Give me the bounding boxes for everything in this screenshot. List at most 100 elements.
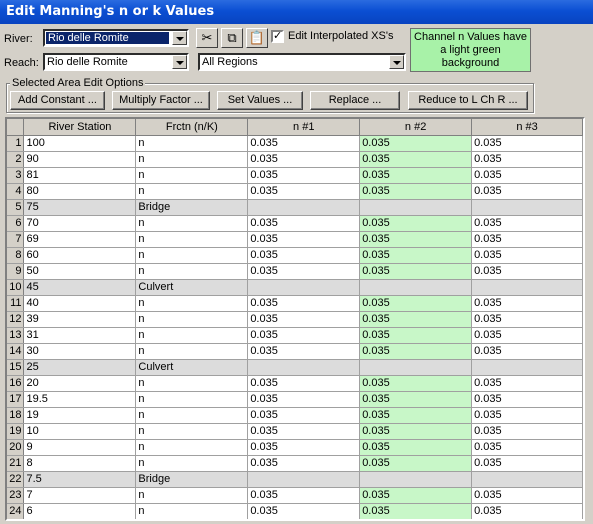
- n2-cell[interactable]: [359, 199, 473, 216]
- table-row[interactable]: 14 30 n 0.035 0.035 0.035: [7, 343, 583, 360]
- header-n2[interactable]: n #2: [359, 119, 473, 136]
- n2-cell[interactable]: 0.035: [359, 487, 473, 504]
- frctn-cell[interactable]: n: [135, 327, 249, 344]
- n3-cell[interactable]: [471, 199, 583, 216]
- frctn-cell[interactable]: n: [135, 247, 249, 264]
- n3-cell[interactable]: 0.035: [471, 375, 583, 392]
- n3-cell[interactable]: 0.035: [471, 215, 583, 232]
- table-row[interactable]: 8 60 n 0.035 0.035 0.035: [7, 247, 583, 264]
- n1-cell[interactable]: [247, 199, 361, 216]
- chevron-down-icon[interactable]: [389, 55, 404, 69]
- table-row[interactable]: 12 39 n 0.035 0.035 0.035: [7, 311, 583, 328]
- n2-cell[interactable]: 0.035: [359, 407, 473, 424]
- chevron-down-icon[interactable]: [172, 55, 187, 69]
- n1-cell[interactable]: 0.035: [247, 135, 361, 152]
- header-n1[interactable]: n #1: [247, 119, 361, 136]
- n1-cell[interactable]: 0.035: [247, 231, 361, 248]
- n2-cell[interactable]: 0.035: [359, 151, 473, 168]
- n1-cell[interactable]: 0.035: [247, 391, 361, 408]
- n2-cell[interactable]: [359, 471, 473, 488]
- frctn-cell[interactable]: n: [135, 151, 249, 168]
- n3-cell[interactable]: 0.035: [471, 135, 583, 152]
- river-station-cell[interactable]: 7.5: [23, 471, 137, 488]
- edit-interpolated-checkbox[interactable]: ✓: [271, 30, 284, 43]
- frctn-cell[interactable]: n: [135, 167, 249, 184]
- n2-cell[interactable]: 0.035: [359, 439, 473, 456]
- n3-cell[interactable]: 0.035: [471, 455, 583, 472]
- frctn-cell[interactable]: n: [135, 503, 249, 519]
- n3-cell[interactable]: 0.035: [471, 327, 583, 344]
- table-row[interactable]: 19 10 n 0.035 0.035 0.035: [7, 423, 583, 440]
- header-frctn[interactable]: Frctn (n/K): [135, 119, 249, 136]
- n1-cell[interactable]: 0.035: [247, 503, 361, 519]
- river-station-cell[interactable]: 20: [23, 375, 137, 392]
- river-station-cell[interactable]: 9: [23, 439, 137, 456]
- table-row[interactable]: 22 7.5 Bridge: [7, 471, 583, 488]
- n2-cell[interactable]: 0.035: [359, 343, 473, 360]
- river-station-cell[interactable]: 70: [23, 215, 137, 232]
- n1-cell[interactable]: 0.035: [247, 263, 361, 280]
- n3-cell[interactable]: 0.035: [471, 311, 583, 328]
- n3-cell[interactable]: 0.035: [471, 343, 583, 360]
- region-select[interactable]: All Regions: [198, 53, 406, 71]
- river-station-cell[interactable]: 10: [23, 423, 137, 440]
- frctn-cell[interactable]: n: [135, 375, 249, 392]
- frctn-cell[interactable]: Bridge: [135, 199, 249, 216]
- n1-cell[interactable]: 0.035: [247, 423, 361, 440]
- n3-cell[interactable]: 0.035: [471, 151, 583, 168]
- n3-cell[interactable]: [471, 359, 583, 376]
- n3-cell[interactable]: 0.035: [471, 407, 583, 424]
- frctn-cell[interactable]: Culvert: [135, 279, 249, 296]
- river-station-cell[interactable]: 100: [23, 135, 137, 152]
- header-n3[interactable]: n #3: [471, 119, 583, 136]
- frctn-cell[interactable]: n: [135, 407, 249, 424]
- table-row[interactable]: 9 50 n 0.035 0.035 0.035: [7, 263, 583, 280]
- n2-cell[interactable]: 0.035: [359, 183, 473, 200]
- river-station-cell[interactable]: 19.5: [23, 391, 137, 408]
- frctn-cell[interactable]: Culvert: [135, 359, 249, 376]
- river-station-cell[interactable]: 60: [23, 247, 137, 264]
- table-row[interactable]: 23 7 n 0.035 0.035 0.035: [7, 487, 583, 504]
- n2-cell[interactable]: 0.035: [359, 423, 473, 440]
- n2-cell[interactable]: 0.035: [359, 167, 473, 184]
- n2-cell[interactable]: 0.035: [359, 375, 473, 392]
- copy-icon[interactable]: ⧉: [221, 28, 243, 48]
- river-station-cell[interactable]: 30: [23, 343, 137, 360]
- frctn-cell[interactable]: n: [135, 455, 249, 472]
- table-row[interactable]: 16 20 n 0.035 0.035 0.035: [7, 375, 583, 392]
- table-row[interactable]: 13 31 n 0.035 0.035 0.035: [7, 327, 583, 344]
- frctn-cell[interactable]: n: [135, 263, 249, 280]
- n3-cell[interactable]: 0.035: [471, 439, 583, 456]
- table-row[interactable]: 1 100 n 0.035 0.035 0.035: [7, 135, 583, 152]
- table-row[interactable]: 11 40 n 0.035 0.035 0.035: [7, 295, 583, 312]
- table-row[interactable]: 4 80 n 0.035 0.035 0.035: [7, 183, 583, 200]
- table-row[interactable]: 17 19.5 n 0.035 0.035 0.035: [7, 391, 583, 408]
- n3-cell[interactable]: 0.035: [471, 295, 583, 312]
- n3-cell[interactable]: [471, 279, 583, 296]
- manning-table[interactable]: River Station Frctn (n/K) n #1 n #2 n #3…: [5, 117, 585, 521]
- table-row[interactable]: 24 6 n 0.035 0.035 0.035: [7, 503, 583, 519]
- n2-cell[interactable]: 0.035: [359, 391, 473, 408]
- table-row[interactable]: 18 19 n 0.035 0.035 0.035: [7, 407, 583, 424]
- n1-cell[interactable]: [247, 471, 361, 488]
- frctn-cell[interactable]: n: [135, 295, 249, 312]
- n1-cell[interactable]: 0.035: [247, 215, 361, 232]
- table-row[interactable]: 2 90 n 0.035 0.035 0.035: [7, 151, 583, 168]
- n1-cell[interactable]: 0.035: [247, 247, 361, 264]
- set-values-button[interactable]: Set Values ...: [217, 91, 303, 110]
- frctn-cell[interactable]: n: [135, 231, 249, 248]
- n1-cell[interactable]: 0.035: [247, 151, 361, 168]
- n3-cell[interactable]: 0.035: [471, 263, 583, 280]
- n3-cell[interactable]: 0.035: [471, 503, 583, 519]
- table-row[interactable]: 10 45 Culvert: [7, 279, 583, 296]
- frctn-cell[interactable]: n: [135, 215, 249, 232]
- frctn-cell[interactable]: n: [135, 487, 249, 504]
- table-row[interactable]: 3 81 n 0.035 0.035 0.035: [7, 167, 583, 184]
- n2-cell[interactable]: [359, 359, 473, 376]
- river-station-cell[interactable]: 75: [23, 199, 137, 216]
- reach-select[interactable]: Rio delle Romite: [43, 53, 189, 71]
- n3-cell[interactable]: [471, 471, 583, 488]
- n3-cell[interactable]: 0.035: [471, 167, 583, 184]
- n1-cell[interactable]: [247, 279, 361, 296]
- n1-cell[interactable]: 0.035: [247, 183, 361, 200]
